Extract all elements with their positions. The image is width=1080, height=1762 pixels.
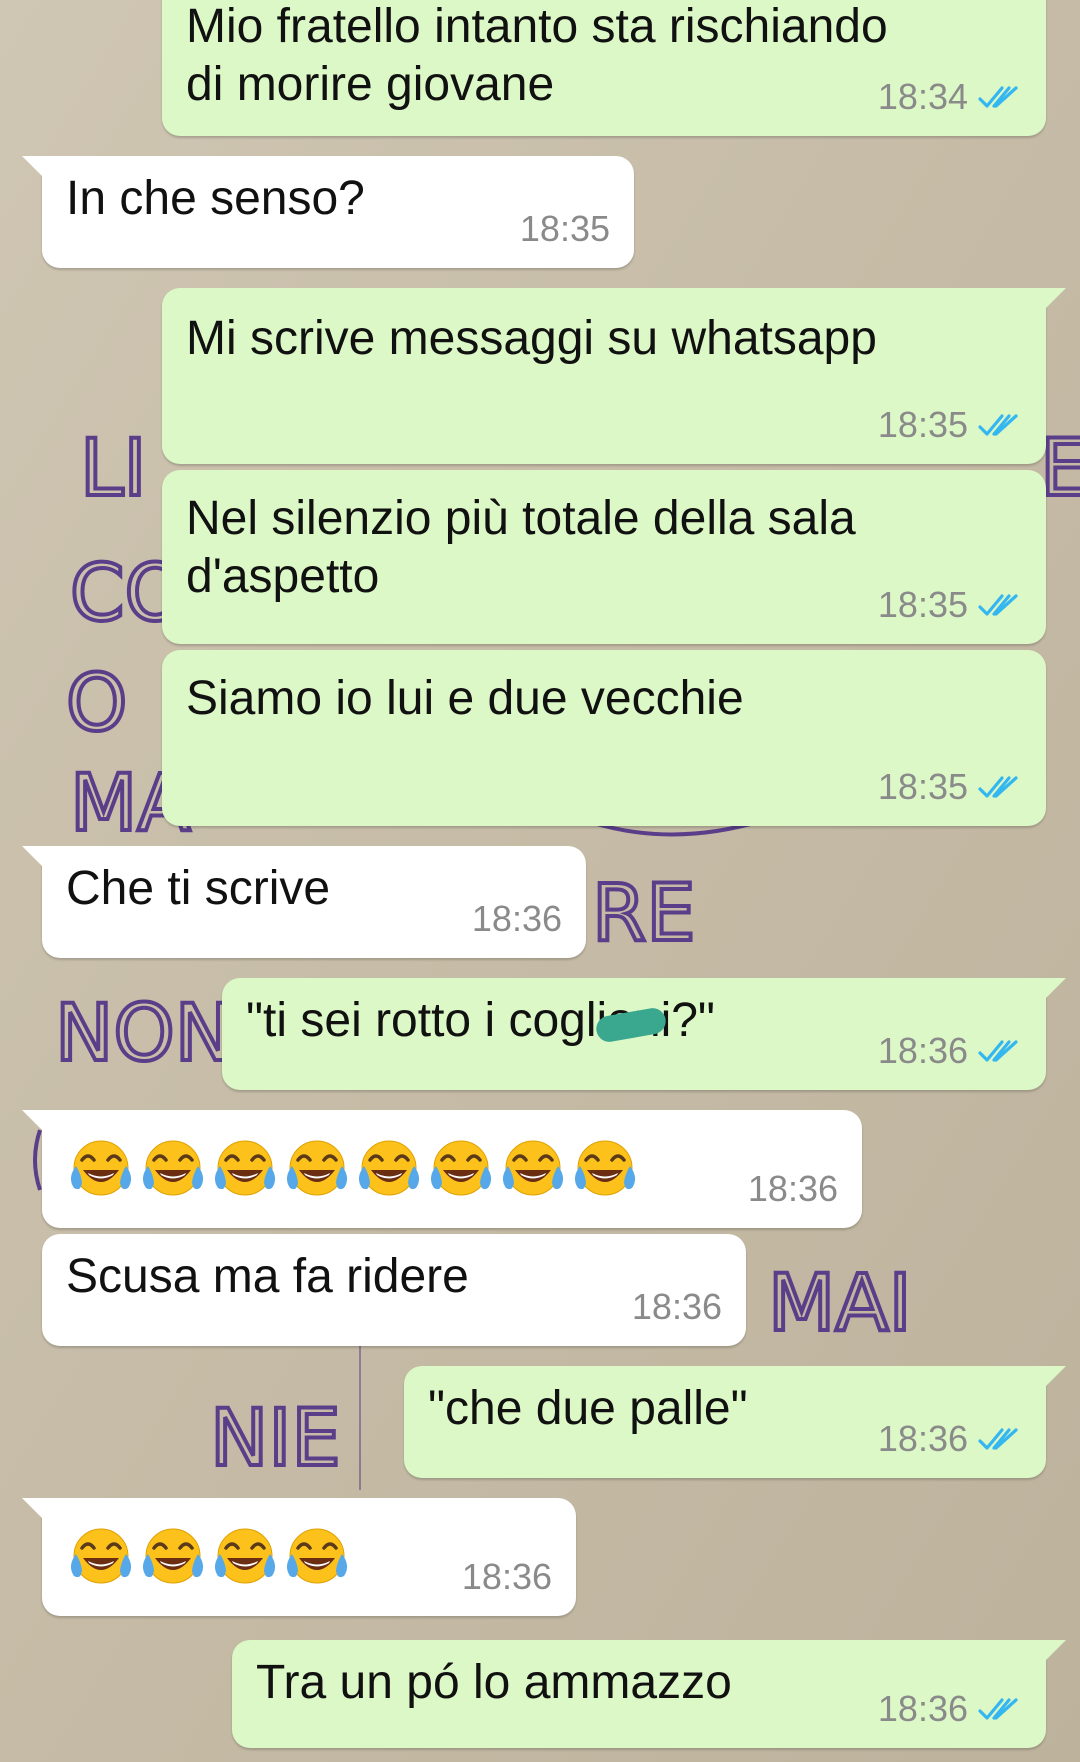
wall-writing: O <box>66 659 127 749</box>
message-meta: 18:36 <box>878 1688 1022 1730</box>
emoji-row <box>66 1520 354 1590</box>
message-meta: 18:36 <box>748 1168 838 1210</box>
message-time: 18:36 <box>631 1286 722 1327</box>
message-meta: 18:35 <box>878 766 1022 808</box>
face-with-tears-of-joy-icon <box>138 1132 208 1202</box>
face-with-tears-of-joy-icon <box>426 1132 496 1202</box>
double-check-read-icon <box>978 84 1022 110</box>
face-with-tears-of-joy-icon <box>210 1132 280 1202</box>
double-check-read-icon <box>978 1038 1022 1064</box>
wall-writing: NIE <box>210 1394 341 1484</box>
message-text: Tra un pó lo ammazzo <box>256 1656 732 1709</box>
message-time: 18:36 <box>877 1418 968 1459</box>
face-with-tears-of-joy-icon <box>138 1520 208 1590</box>
message-incoming[interactable]: In che senso? 18:35 <box>22 156 634 268</box>
message-outgoing[interactable]: "che due palle" 18:36 <box>404 1366 1066 1478</box>
message-time: 18:36 <box>877 1688 968 1729</box>
message-time: 18:35 <box>877 766 968 807</box>
wall-writing: MAI <box>768 1259 912 1349</box>
face-with-tears-of-joy-icon <box>66 1132 136 1202</box>
face-with-tears-of-joy-icon <box>66 1520 136 1590</box>
message-meta: 18:36 <box>472 898 562 940</box>
message-outgoing[interactable]: Siamo io lui e due vecchie 18:35 <box>162 650 1046 826</box>
message-incoming[interactable]: Che ti scrive 18:36 <box>22 846 586 958</box>
message-outgoing[interactable]: Mi scrive messaggi su whatsapp 18:35 <box>162 288 1066 464</box>
message-time: 18:36 <box>471 898 562 939</box>
face-with-tears-of-joy-icon <box>498 1132 568 1202</box>
message-time: 18:35 <box>877 584 968 625</box>
message-time: 18:36 <box>461 1556 552 1597</box>
face-with-tears-of-joy-icon <box>354 1132 424 1202</box>
message-incoming[interactable]: Scusa ma fa ridere 18:36 <box>42 1234 746 1346</box>
message-time: 18:35 <box>519 208 610 249</box>
message-meta: 18:36 <box>462 1556 552 1598</box>
message-text: Siamo io lui e due vecchie <box>186 672 744 725</box>
message-time: 18:36 <box>747 1168 838 1209</box>
message-time: 18:35 <box>877 404 968 445</box>
message-meta: 18:35 <box>878 584 1022 626</box>
face-with-tears-of-joy-icon <box>210 1520 280 1590</box>
message-meta: 18:34 <box>878 76 1022 118</box>
message-meta: 18:36 <box>878 1418 1022 1460</box>
wall-writing: LI <box>80 424 146 514</box>
message-outgoing[interactable]: Tra un pó lo ammazzo 18:36 <box>232 1640 1066 1748</box>
message-outgoing[interactable]: Mio fratello intanto sta rischiando di m… <box>162 0 1046 136</box>
message-meta: 18:36 <box>632 1286 722 1328</box>
message-time: 18:34 <box>877 76 968 117</box>
message-meta: 18:36 <box>878 1030 1022 1072</box>
message-outgoing[interactable]: Nel silenzio più totale della sala d'asp… <box>162 470 1046 644</box>
wall-writing: E <box>1040 424 1080 514</box>
message-text: "che due palle" <box>428 1382 748 1435</box>
double-check-read-icon <box>978 412 1022 438</box>
wall-writing: NON <box>55 989 233 1079</box>
message-time: 18:36 <box>877 1030 968 1071</box>
double-check-read-icon <box>978 1426 1022 1452</box>
wall-writing: RE <box>592 869 695 959</box>
message-meta: 18:35 <box>878 404 1022 446</box>
emoji-row <box>66 1132 642 1202</box>
face-with-tears-of-joy-icon <box>570 1132 640 1202</box>
message-incoming[interactable]: 18:36 <box>22 1110 862 1228</box>
double-check-read-icon <box>978 592 1022 618</box>
message-incoming[interactable]: 18:36 <box>22 1498 576 1616</box>
double-check-read-icon <box>978 774 1022 800</box>
message-text: Mi scrive messaggi su whatsapp <box>186 312 877 365</box>
double-check-read-icon <box>978 1696 1022 1722</box>
message-meta: 18:35 <box>520 208 610 250</box>
face-with-tears-of-joy-icon <box>282 1132 352 1202</box>
face-with-tears-of-joy-icon <box>282 1520 352 1590</box>
message-text: Scusa ma fa ridere <box>66 1250 469 1303</box>
message-outgoing[interactable]: "ti sei rotto i coglioni?" 18:36 <box>222 978 1066 1090</box>
